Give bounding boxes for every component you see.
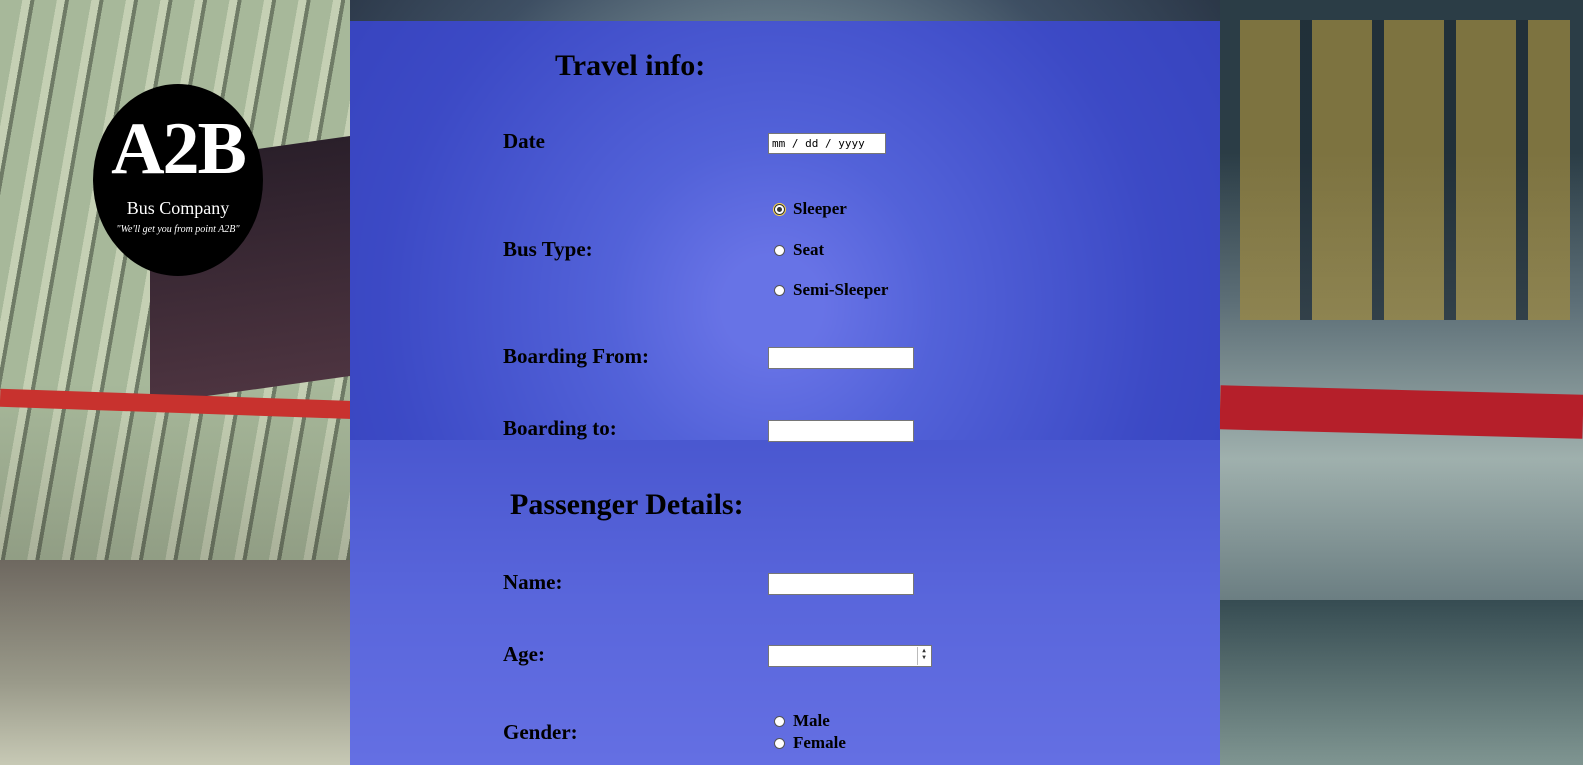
bus-type-option-sleeper[interactable]: Sleeper — [774, 199, 847, 219]
radio-female[interactable] — [774, 737, 785, 749]
travel-info-heading: Travel info: — [555, 49, 706, 82]
radio-seat[interactable] — [774, 244, 785, 256]
gender-option-female[interactable]: Female — [774, 733, 846, 753]
name-input[interactable] — [768, 573, 914, 595]
bus-type-seat-label: Seat — [793, 240, 825, 259]
bus-type-semi-sleeper-label: Semi-Sleeper — [793, 280, 889, 299]
gender-option-male[interactable]: Male — [774, 711, 830, 731]
age-label: Age: — [503, 642, 545, 666]
radio-semi-sleeper[interactable] — [774, 284, 785, 296]
age-input[interactable]: ▲ ▼ — [768, 645, 932, 667]
bus-type-sleeper-label: Sleeper — [793, 199, 847, 218]
date-input[interactable]: mm / dd / yyyy — [768, 133, 886, 154]
boarding-to-input[interactable] — [768, 420, 914, 442]
bg-left-floor — [0, 560, 360, 765]
bus-type-option-seat[interactable]: Seat — [774, 240, 824, 260]
bg-right-floor — [1220, 600, 1583, 765]
date-placeholder: mm / dd / yyyy — [772, 137, 865, 150]
gender-label: Gender: — [503, 720, 578, 744]
radio-male[interactable] — [774, 715, 785, 727]
booking-form-panel: Travel info: Date mm / dd / yyyy Sleeper… — [350, 21, 1220, 765]
logo-tagline: "We'll get you from point A2B" — [116, 224, 240, 235]
gender-female-label: Female — [793, 733, 846, 752]
gender-male-label: Male — [793, 711, 830, 730]
company-logo: A2B Bus Company "We'll get you from poin… — [93, 84, 263, 276]
passenger-details-heading: Passenger Details: — [510, 488, 744, 521]
logo-mark: A2B — [111, 108, 247, 190]
age-stepper[interactable]: ▲ ▼ — [917, 647, 930, 665]
date-label: Date — [503, 129, 545, 153]
boarding-from-label: Boarding From: — [503, 344, 650, 368]
name-label: Name: — [503, 570, 563, 594]
logo-subtitle: Bus Company — [126, 198, 230, 218]
bus-type-label: Bus Type: — [503, 237, 593, 261]
boarding-to-label: Boarding to: — [503, 416, 617, 440]
bg-train-windows — [1240, 20, 1570, 320]
radio-sleeper[interactable] — [774, 203, 785, 215]
bus-type-option-semi-sleeper[interactable]: Semi-Sleeper — [774, 280, 888, 300]
boarding-from-input[interactable] — [768, 347, 914, 369]
